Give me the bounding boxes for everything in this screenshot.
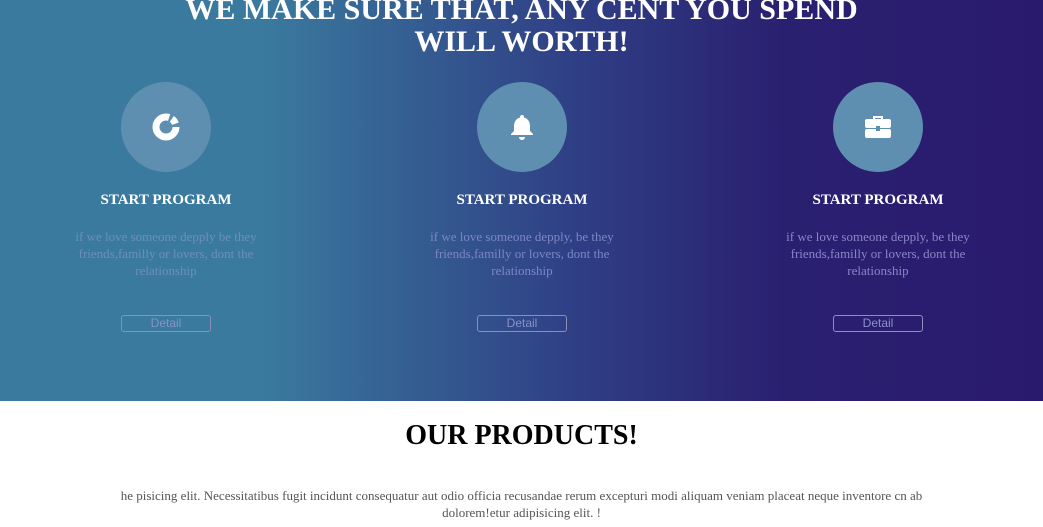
detail-button[interactable]: Detail: [477, 315, 567, 332]
hero-title-line1: WE MAKE SURE THAT, ANY CENT YOU SPEND: [185, 0, 858, 26]
bell-icon: [511, 115, 533, 140]
feature-title: START PROGRAM: [456, 192, 588, 208]
hero-title-line2: WILL WORTH!: [414, 25, 629, 58]
features-row: START PROGRAM if we love someone depply …: [0, 82, 1043, 342]
feature-card: START PROGRAM if we love someone depply,…: [758, 82, 998, 332]
detail-button[interactable]: Detail: [833, 315, 923, 332]
chart-pie-icon: [152, 113, 180, 141]
detail-button[interactable]: Detail: [121, 315, 211, 332]
products-title: OUR PRODUCTS!: [405, 420, 638, 451]
feature-title: START PROGRAM: [100, 192, 232, 208]
feature-title: START PROGRAM: [812, 192, 944, 208]
feature-text: if we love someone depply, be they frien…: [430, 229, 614, 278]
feature-icon-circle: [833, 82, 923, 172]
products-description: he pisicing elit. Necessitatibus fugit i…: [120, 488, 923, 520]
hero-title: WE MAKE SURE THAT, ANY CENT YOU SPEND WI…: [0, 0, 1043, 58]
feature-text: if we love someone depply be they friend…: [75, 229, 257, 278]
feature-icon-circle: [121, 82, 211, 172]
feature-card: START PROGRAM if we love someone depply,…: [402, 82, 642, 332]
feature-text: if we love someone depply, be they frien…: [786, 229, 970, 278]
feature-card: START PROGRAM if we love someone depply …: [46, 82, 286, 332]
feature-icon-circle: [477, 82, 567, 172]
hero-section: WE MAKE SURE THAT, ANY CENT YOU SPEND WI…: [0, 0, 1043, 401]
briefcase-icon: [865, 116, 891, 138]
